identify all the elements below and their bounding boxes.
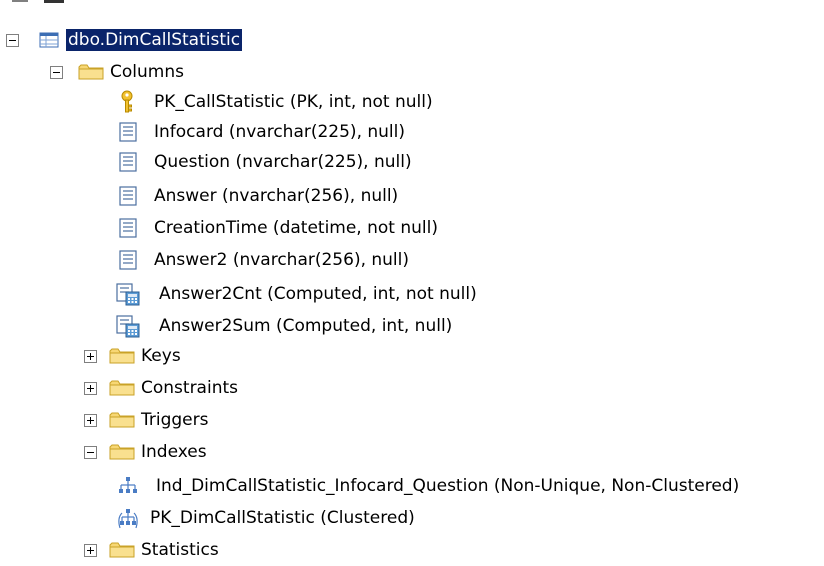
column-icon: [119, 122, 137, 142]
tree-line-stub: [12, 0, 28, 2]
computed-column-icon: [116, 283, 140, 306]
column-label[interactable]: Answer2 (nvarchar(256), null): [152, 249, 411, 271]
truncated-node-stub: [44, 0, 64, 3]
tree-node-indexes[interactable]: Indexes: [84, 436, 209, 468]
column-label[interactable]: Answer2Cnt (Computed, int, not null): [157, 283, 479, 305]
index-label[interactable]: Ind_DimCallStatistic_Infocard_Question (…: [154, 475, 741, 497]
folder-icon: [109, 542, 135, 558]
tree-node-constraints[interactable]: Constraints: [84, 372, 240, 404]
column-icon: [119, 186, 137, 206]
folder-label-constraints[interactable]: Constraints: [139, 377, 240, 399]
collapse-toggle-icon[interactable]: [84, 445, 97, 459]
folder-icon: [109, 380, 135, 396]
column-item[interactable]: Infocard (nvarchar(225), null): [118, 116, 407, 148]
column-item[interactable]: Answer2Sum (Computed, int, null): [115, 310, 454, 342]
column-item[interactable]: PK_CallStatistic (PK, int, not null): [118, 86, 435, 118]
index-label[interactable]: PK_DimCallStatistic (Clustered): [148, 507, 417, 529]
column-label[interactable]: PK_CallStatistic (PK, int, not null): [152, 91, 435, 113]
folder-icon: [109, 348, 135, 364]
expand-toggle-icon[interactable]: [84, 543, 97, 557]
folder-label-columns[interactable]: Columns: [108, 61, 186, 83]
expand-toggle-icon[interactable]: [84, 349, 97, 363]
folder-label-keys[interactable]: Keys: [139, 345, 183, 367]
folder-icon: [109, 444, 135, 460]
expand-toggle-icon[interactable]: [84, 381, 97, 395]
column-item[interactable]: Answer (nvarchar(256), null): [118, 180, 400, 212]
index-item[interactable]: PK_DimCallStatistic (Clustered): [116, 502, 417, 534]
tree-node-statistics[interactable]: Statistics: [84, 534, 221, 566]
column-icon: [119, 250, 137, 270]
column-label[interactable]: CreationTime (datetime, not null): [152, 217, 440, 239]
computed-column-icon: [116, 315, 140, 338]
tree-node-keys[interactable]: Keys: [84, 340, 183, 372]
column-item[interactable]: CreationTime (datetime, not null): [118, 212, 440, 244]
column-item[interactable]: Answer2Cnt (Computed, int, not null): [115, 278, 479, 310]
collapse-toggle-icon[interactable]: [6, 33, 19, 47]
column-icon: [119, 218, 137, 238]
folder-icon: [109, 412, 135, 428]
column-label[interactable]: Answer (nvarchar(256), null): [152, 185, 400, 207]
index-item[interactable]: Ind_DimCallStatistic_Infocard_Question (…: [118, 470, 741, 502]
tree-node-triggers[interactable]: Triggers: [84, 404, 211, 436]
column-label[interactable]: Infocard (nvarchar(225), null): [152, 121, 407, 143]
table-label[interactable]: dbo.DimCallStatistic: [66, 29, 243, 51]
column-item[interactable]: Answer2 (nvarchar(256), null): [118, 244, 411, 276]
folder-icon: [78, 64, 104, 80]
collapse-toggle-icon[interactable]: [50, 65, 63, 79]
tree-node-table[interactable]: dbo.DimCallStatistic: [6, 24, 243, 56]
folder-label-statistics[interactable]: Statistics: [139, 539, 221, 561]
clustered-index-icon: [118, 509, 138, 529]
column-item[interactable]: Question (nvarchar(225), null): [118, 146, 414, 178]
tree-node-columns[interactable]: Columns: [50, 56, 186, 88]
table-icon: [39, 32, 59, 48]
expand-toggle-icon[interactable]: [84, 413, 97, 427]
folder-label-indexes[interactable]: Indexes: [139, 441, 209, 463]
key-icon: [121, 90, 133, 113]
folder-label-triggers[interactable]: Triggers: [139, 409, 211, 431]
object-explorer-tree: dbo.DimCallStatistic Columns PK_CallStat…: [0, 0, 824, 561]
column-label[interactable]: Question (nvarchar(225), null): [152, 151, 414, 173]
nonclustered-index-icon: [119, 477, 137, 493]
column-icon: [119, 152, 137, 172]
column-label[interactable]: Answer2Sum (Computed, int, null): [157, 315, 454, 337]
